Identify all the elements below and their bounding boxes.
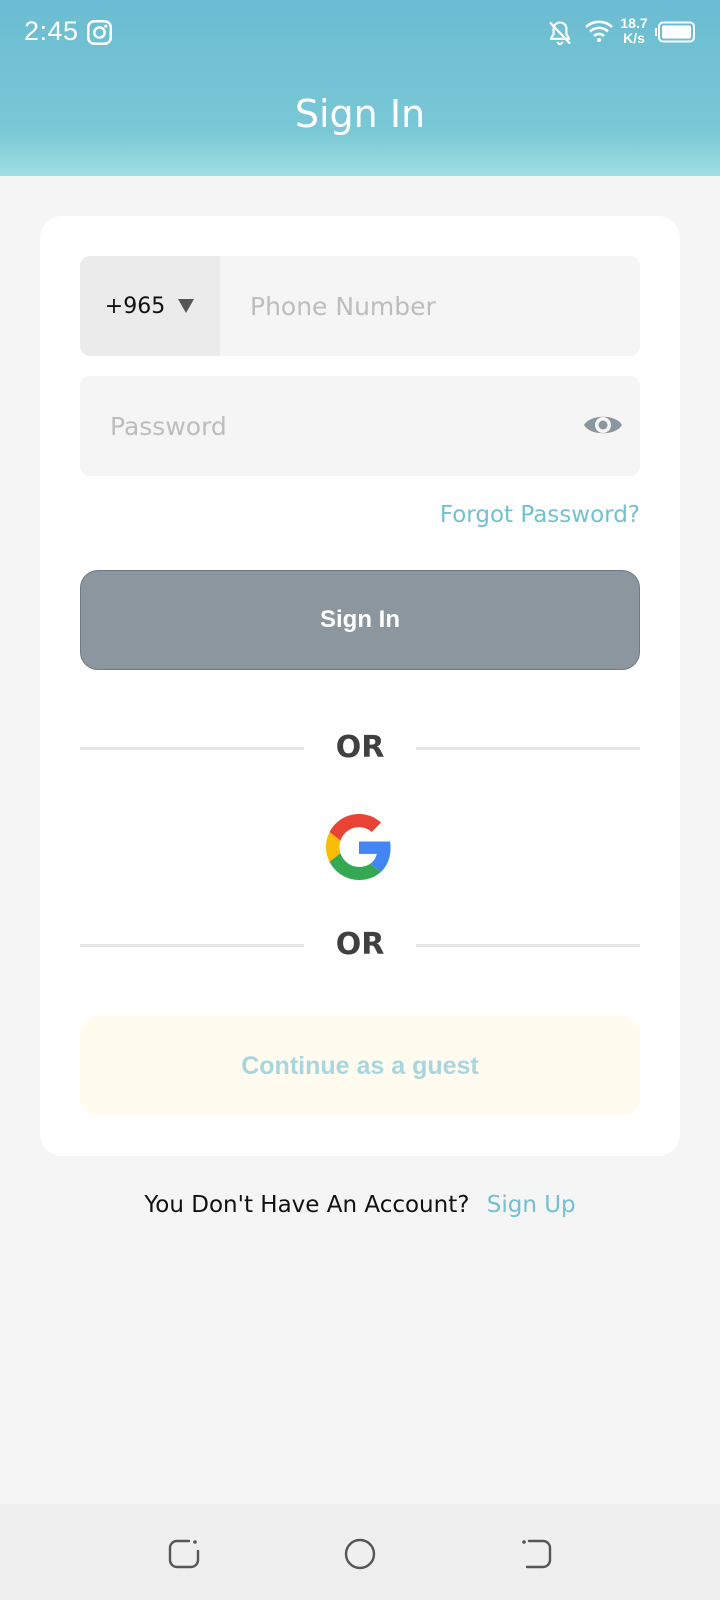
divider-right-1 (416, 747, 640, 750)
password-input[interactable] (80, 376, 560, 476)
google-icon (326, 814, 391, 880)
network-speed-unit: K/s (623, 30, 645, 46)
sign-up-link[interactable]: Sign Up (487, 1192, 576, 1218)
system-nav-bar (0, 1504, 720, 1600)
or-label-1: OR (335, 730, 385, 765)
home-icon[interactable] (343, 1537, 377, 1571)
country-code-value: +965 (104, 293, 166, 319)
divider-left-2 (80, 944, 304, 947)
password-field-group (80, 376, 640, 476)
google-sign-in-button[interactable] (326, 814, 392, 880)
signup-prompt-row: You Don't Have An Account? Sign Up (0, 1192, 720, 1218)
sign-in-card (40, 216, 680, 1156)
recents-icon[interactable] (167, 1537, 201, 1571)
forgot-password-link[interactable]: Forgot Password? (440, 502, 640, 528)
eye-icon[interactable] (582, 410, 624, 440)
network-speed: 18.7 K/s (618, 16, 650, 46)
bell-off-icon (549, 21, 571, 46)
wifi-icon (585, 20, 613, 42)
sign-in-button[interactable]: Sign In (80, 570, 640, 670)
app-header: 2:45 18.7 K/s Sign In (0, 0, 720, 176)
country-code-selector[interactable]: +965 (80, 256, 220, 356)
or-label-2: OR (335, 927, 385, 962)
divider-right-2 (416, 944, 640, 947)
divider-left-1 (80, 747, 304, 750)
back-icon[interactable] (519, 1537, 553, 1571)
battery-icon (655, 21, 695, 43)
network-speed-value: 18.7 (620, 15, 648, 31)
instagram-icon (87, 20, 112, 45)
status-time: 2:45 (24, 16, 79, 46)
caret-down-icon (178, 299, 195, 313)
signup-prompt-text: You Don't Have An Account? (144, 1192, 470, 1218)
phone-number-input[interactable] (220, 256, 640, 356)
status-bar: 2:45 18.7 K/s (0, 0, 720, 66)
continue-as-guest-button[interactable]: Continue as a guest (80, 1016, 640, 1116)
page-title: Sign In (294, 92, 426, 136)
phone-field-group: +965 (80, 256, 640, 356)
